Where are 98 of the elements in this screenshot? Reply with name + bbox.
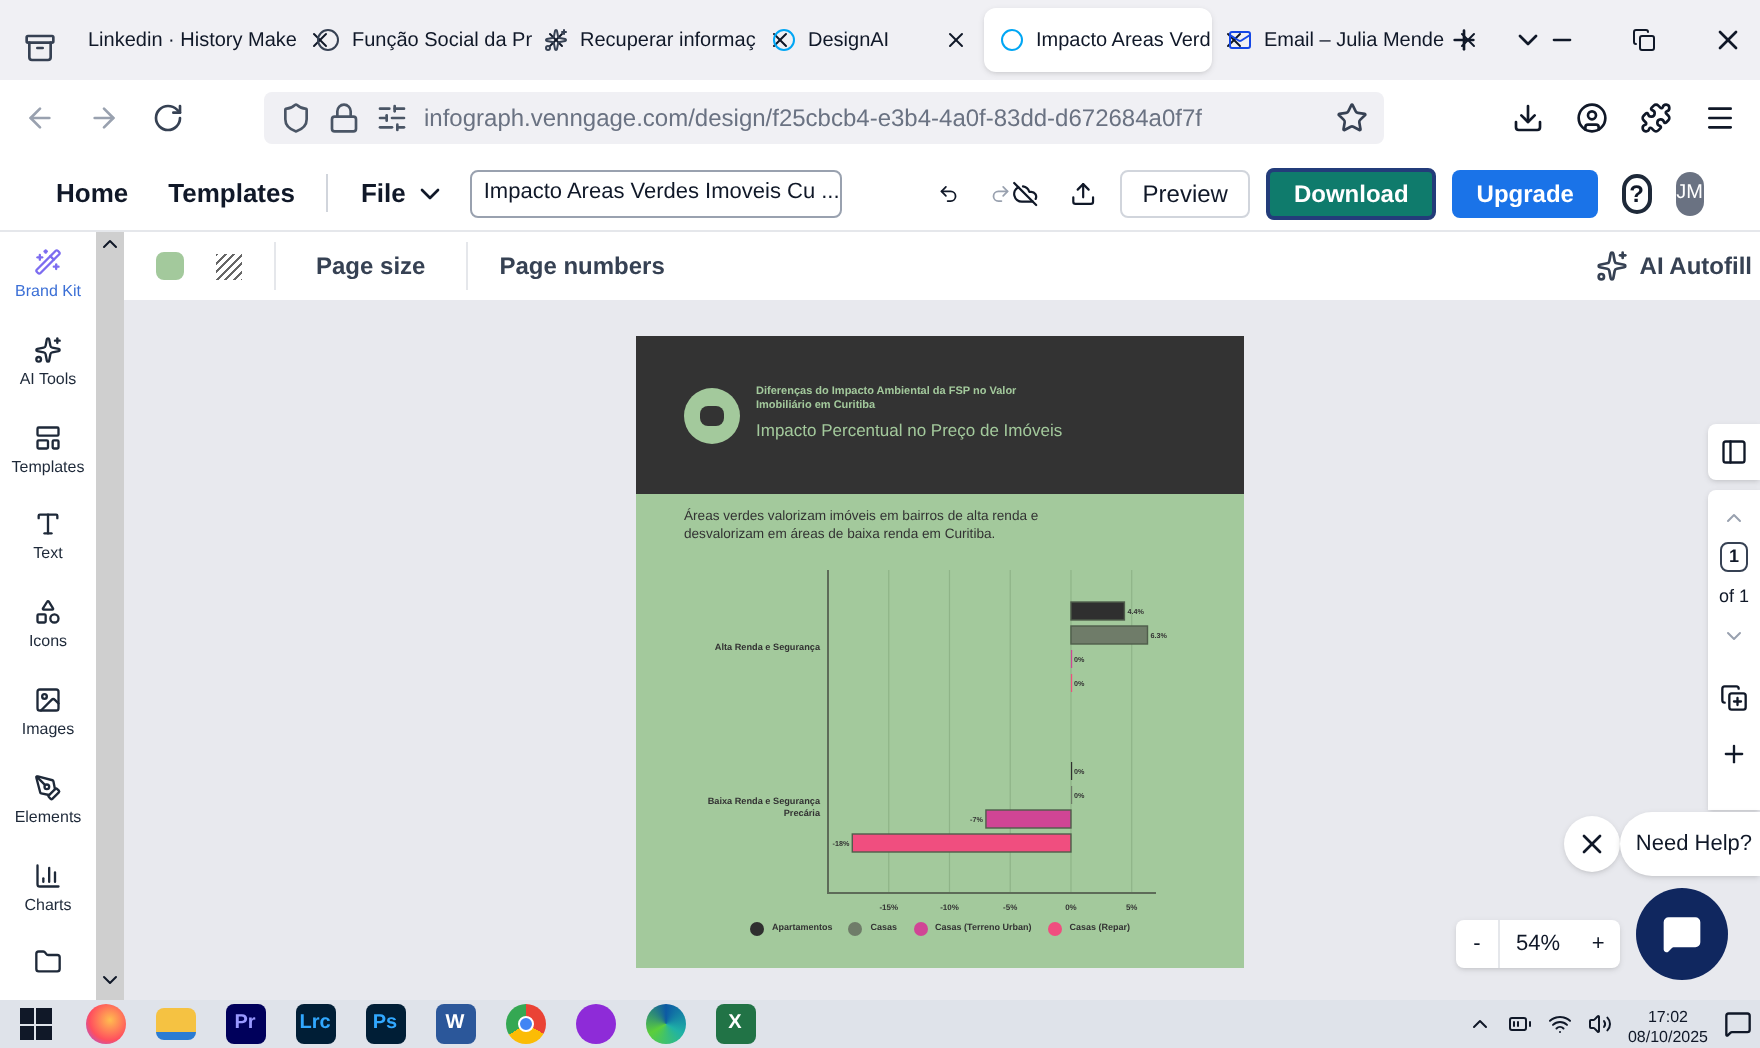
browser-tab[interactable]: DesignAI (756, 8, 984, 72)
ai-icon (34, 335, 62, 364)
back-icon[interactable] (24, 102, 56, 134)
sidebar-item[interactable]: Charts (24, 861, 72, 915)
templates-icon (34, 423, 62, 452)
tab-title: Email – Julia Mende (1264, 27, 1445, 55)
account-icon[interactable] (1576, 102, 1608, 134)
restore-icon[interactable] (1632, 28, 1656, 52)
tab-title: DesignAI (808, 27, 892, 55)
tab-title: Linkedin · History Make (88, 27, 297, 55)
browser-tab[interactable]: Linkedin · History Make (72, 8, 300, 72)
panel-toggle-button[interactable] (1708, 424, 1760, 480)
nav-link[interactable]: Templates (168, 173, 295, 213)
tab-title: Impacto Areas Verd (1036, 27, 1211, 55)
help-button[interactable]: ? (1621, 173, 1652, 213)
background-color-swatch[interactable] (156, 252, 184, 280)
chrome-logo-icon[interactable] (505, 1004, 545, 1044)
tab-title: Função Social da Pr (352, 27, 533, 55)
projects-icon (34, 948, 62, 977)
url-text: infograph.venngage.com/design/f25cbcb4-e3b4-4a0f-83dd-d672684a0f7f (424, 102, 1202, 136)
sidebar-item[interactable]: Elements (14, 773, 82, 828)
page-size-button[interactable]: Page size (276, 248, 466, 284)
preview-button[interactable]: Preview (1120, 169, 1250, 217)
close-icon[interactable] (308, 28, 333, 52)
sidebar-item[interactable]: Templates (11, 423, 85, 477)
edge-logo-icon[interactable] (645, 1004, 685, 1044)
clock-date: 08/10/2025 (1627, 1028, 1708, 1048)
document-title-field[interactable]: Impacto Areas Verdes Imoveis Cu ... (469, 169, 842, 217)
clock-time: 17:02 (1647, 1008, 1688, 1028)
extensions-icon[interactable] (1640, 102, 1672, 134)
charts-icon (34, 861, 62, 890)
infographic-subtitle: Impacto Percentual no Preço de Imóveis (756, 418, 1063, 444)
browser-tab[interactable]: Função Social da Pr (300, 8, 528, 72)
close-help-button[interactable] (1564, 816, 1620, 872)
app-icon[interactable] (575, 1004, 615, 1044)
sidebar-item[interactable]: AI Tools (19, 335, 77, 390)
windows-logo-icon[interactable] (19, 1008, 51, 1040)
close-icon[interactable] (767, 28, 792, 52)
tab-title: Recuperar informaç (580, 27, 756, 55)
app-icon[interactable]: Lrc (295, 1004, 335, 1044)
tab-list-icon[interactable] (24, 32, 56, 64)
shield-icon (280, 102, 312, 134)
app-icon[interactable]: Ps (365, 1004, 405, 1044)
menu-icon[interactable] (1704, 102, 1736, 134)
address-bar[interactable]: infograph.venngage.com/design/f25cbcb4-e3b4-4a0f-83dd-d672684a0f7f (264, 92, 1384, 144)
page-count: of 1 (1718, 584, 1749, 610)
close-icon[interactable] (1456, 28, 1481, 52)
zoom-level[interactable]: 54% (1500, 927, 1577, 961)
circle-icon (1000, 28, 1024, 52)
avatar[interactable]: JM (1675, 171, 1704, 215)
images-icon (33, 685, 62, 714)
app-icon[interactable]: Pr (225, 1004, 265, 1044)
brand-icon (34, 248, 62, 276)
zoom-in-button[interactable]: + (1576, 920, 1621, 968)
notification-icon[interactable] (1724, 1010, 1752, 1038)
text-icon (33, 510, 62, 539)
star-icon[interactable] (1336, 102, 1368, 134)
sidebar-item[interactable] (34, 948, 62, 977)
speaker-icon (1587, 1012, 1612, 1036)
sidebar-item[interactable]: Text (33, 510, 63, 565)
app-icon[interactable]: W (435, 1004, 475, 1044)
help-bubble[interactable]: Need Help? (1619, 812, 1760, 876)
download-button[interactable]: Download (1265, 167, 1437, 219)
new-tab-icon[interactable] (1448, 24, 1480, 56)
battery-icon (1507, 1012, 1532, 1036)
page-number-field[interactable]: 1 (1720, 542, 1748, 572)
nav-link[interactable]: Home (56, 173, 129, 213)
sidebar-item[interactable]: Images (21, 685, 75, 740)
download-icon[interactable] (1512, 102, 1544, 134)
upgrade-button[interactable]: Upgrade (1452, 169, 1598, 217)
close-icon[interactable] (1222, 28, 1247, 52)
scrollbar[interactable] (96, 232, 124, 1000)
chat-button[interactable] (1636, 888, 1728, 980)
permissions-icon (376, 102, 408, 134)
reload-icon[interactable] (152, 102, 184, 134)
duplicate-page-icon[interactable] (1720, 683, 1748, 711)
page-numbers-button[interactable]: Page numbers (467, 248, 697, 284)
mail-icon (1228, 28, 1252, 52)
circle-icon (772, 28, 796, 52)
sidebar-item[interactable]: Icons (28, 598, 68, 652)
ai-autofill-button[interactable]: AI Autofill (1595, 248, 1752, 284)
add-page-icon[interactable] (1720, 739, 1748, 767)
lock-icon (328, 102, 360, 134)
browser-tab[interactable]: Email – Julia Mende (1212, 8, 1440, 72)
icons-icon (34, 598, 62, 627)
folder-icon[interactable] (155, 1008, 195, 1040)
app-icon[interactable]: X (715, 1004, 755, 1044)
zoom-out-button[interactable]: - (1456, 920, 1500, 968)
file-menu[interactable]: File (360, 173, 446, 213)
fox-logo-icon[interactable] (85, 1004, 125, 1044)
chat-icon (1662, 914, 1702, 954)
sparkle-icon (1595, 250, 1628, 282)
sidebar-item[interactable]: Brand Kit (15, 248, 81, 302)
elements-icon (33, 773, 62, 802)
panel-icon (1720, 438, 1748, 466)
close-icon[interactable] (944, 28, 968, 52)
pattern-icon[interactable] (216, 253, 242, 279)
forward-icon[interactable] (88, 102, 120, 134)
